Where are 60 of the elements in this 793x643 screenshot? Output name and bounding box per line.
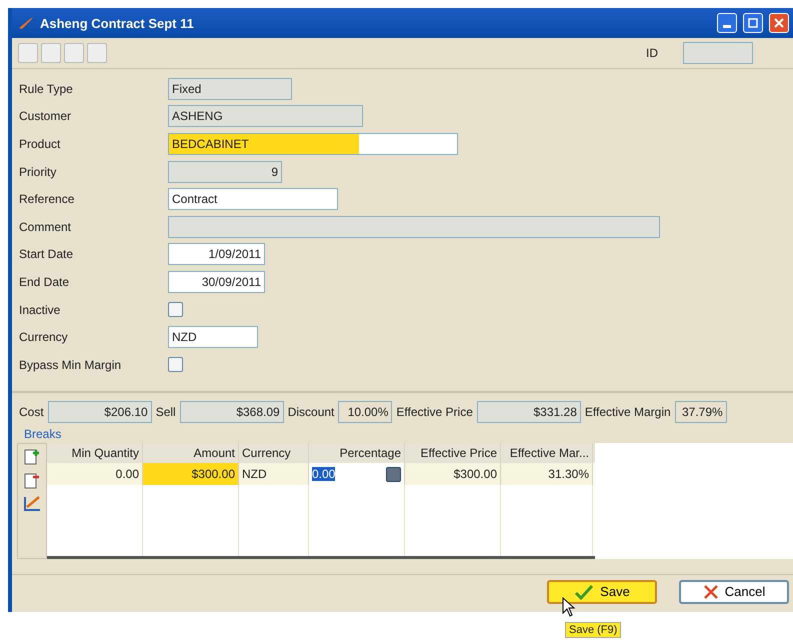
table-cell: $300.00 (405, 463, 501, 485)
app-icon (18, 16, 34, 30)
summary-label: Sell (156, 405, 176, 419)
close-icon (774, 18, 784, 28)
field-label: Reference (19, 192, 76, 206)
input-field[interactable]: BEDCABINET (168, 132, 458, 155)
minimize-button[interactable] (717, 13, 737, 33)
field-label: Priority (19, 164, 58, 179)
table-cell: 31.30% (501, 463, 593, 485)
summary-label: Effective Price (396, 405, 473, 419)
window-title: Asheng Contract Sept 11 (40, 16, 195, 30)
edit-chart-icon[interactable] (23, 496, 41, 512)
id-label: ID (646, 46, 658, 60)
selected-text: 0.00 (312, 467, 336, 481)
close-icon (702, 584, 719, 600)
cancel-button[interactable]: Cancel (679, 580, 789, 604)
input-field[interactable] (168, 216, 660, 238)
summary-field: 37.79% (674, 401, 727, 423)
maximize-button[interactable] (743, 13, 763, 33)
minimize-icon (723, 24, 731, 28)
checkbox[interactable] (168, 302, 183, 318)
mouse-pointer-icon (562, 597, 576, 617)
summary-label: Cost (19, 405, 44, 419)
calculator-icon[interactable] (386, 466, 401, 482)
input-field[interactable]: 9 (168, 160, 282, 183)
input-field[interactable]: ASHENG (168, 105, 363, 128)
save-button[interactable]: Save (547, 580, 657, 604)
field-label: Product (19, 136, 62, 151)
maximize-icon (748, 18, 758, 28)
id-field[interactable] (683, 42, 753, 64)
table-cell: 0.00 (47, 463, 143, 485)
field-label: Currency (19, 330, 69, 344)
summary-label: Effective Margin (584, 405, 671, 419)
remove-row-icon[interactable] (24, 472, 40, 490)
summary-field: 10.00% (338, 401, 392, 423)
field-label: Customer (19, 109, 72, 124)
field-label: Rule Type (19, 82, 74, 96)
close-button[interactable] (769, 13, 789, 33)
check-icon (574, 584, 594, 600)
input-field[interactable]: NZD (168, 326, 258, 348)
table-cell: NZD (239, 463, 309, 485)
input-field[interactable]: 30/09/2011 (168, 270, 265, 293)
summary-label: Discount (288, 405, 334, 419)
input-field[interactable]: 1/09/2011 (168, 243, 265, 266)
field-label: Bypass Min Margin (19, 358, 122, 372)
field-label: Comment (19, 220, 72, 234)
input-field[interactable]: Fixed (168, 78, 292, 100)
summary-field: $368.09 (180, 401, 284, 423)
field-label: Start Date (19, 247, 74, 262)
field-label: End Date (19, 274, 70, 289)
summary-field: $331.28 (476, 401, 581, 423)
checkbox[interactable] (168, 357, 183, 372)
table-cell: $300.00 (143, 463, 239, 485)
add-row-icon[interactable] (24, 448, 40, 466)
cell-editor[interactable]: 0.00 (309, 463, 405, 485)
summary-field: $206.10 (48, 401, 152, 423)
field-label: Inactive (19, 302, 62, 317)
group-title: Breaks (24, 427, 62, 441)
tooltip: Save (F9) (565, 622, 622, 638)
input-field[interactable]: Contract (168, 188, 338, 210)
